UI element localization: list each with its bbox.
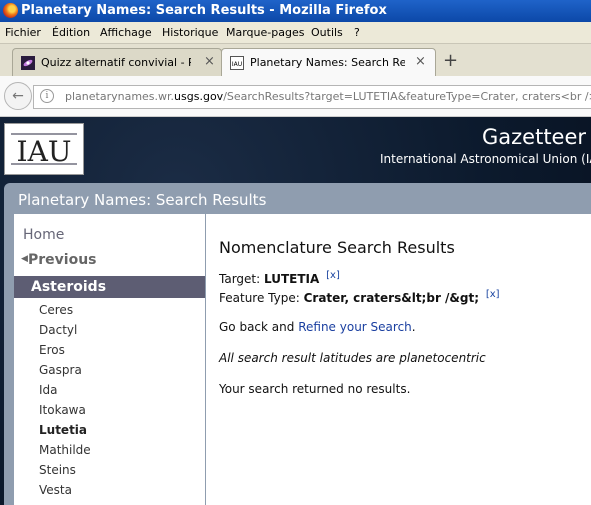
menu-marque-pages[interactable]: Marque-pages — [226, 26, 304, 39]
info-icon[interactable]: i — [40, 89, 54, 103]
target-label: Target: — [219, 272, 261, 286]
svg-text:IAU: IAU — [232, 61, 242, 68]
svg-text:IAU: IAU — [17, 135, 72, 168]
menu-bar: Fichier Édition Affichage Historique Mar… — [0, 22, 591, 44]
target-value: LUTETIA — [264, 272, 320, 286]
tab-label: Planetary Names: Search Res… — [250, 56, 405, 69]
tab-planetary-names[interactable]: IAU Planetary Names: Search Res… × — [221, 48, 436, 77]
sidebar-item-ida[interactable]: Ida — [39, 383, 58, 397]
sidebar-item-eros[interactable]: Eros — [39, 343, 65, 357]
page-title: Planetary Names: Search Results — [18, 191, 267, 209]
feature-type-line: Feature Type: Crater, craters&lt;br /&gt… — [219, 289, 500, 305]
main-content: Nomenclature Search Results Target: LUTE… — [206, 214, 591, 505]
menu-affichage[interactable]: Affichage — [100, 26, 152, 39]
iau-subtitle: International Astronomical Union (IAU — [380, 152, 591, 166]
web-page: IAU Gazetteer o International Astronomic… — [0, 117, 591, 505]
sidebar-item-dactyl[interactable]: Dactyl — [39, 323, 77, 337]
sidebar-item-ceres[interactable]: Ceres — [39, 303, 73, 317]
sidebar-item-steins[interactable]: Steins — [39, 463, 76, 477]
sidebar-item-mathilde[interactable]: Mathilde — [39, 443, 91, 457]
menu-historique[interactable]: Historique — [162, 26, 218, 39]
sidebar-item-lutetia[interactable]: Lutetia — [39, 423, 87, 437]
left-triangle-icon: ◀ — [21, 254, 28, 264]
go-back-text: Go back and — [219, 320, 295, 334]
target-line: Target: LUTETIA [x] — [219, 270, 340, 286]
navigation-bar: ← i planetarynames.wr.usgs.gov/SearchRes… — [0, 76, 591, 117]
tab-strip: Quizz alternatif convivial - Pa… × IAU P… — [0, 44, 591, 77]
iau-logo[interactable]: IAU — [4, 123, 84, 175]
tab-quizz[interactable]: Quizz alternatif convivial - Pa… × — [12, 48, 222, 77]
feature-type-value: Crater, craters&lt;br /&gt; — [303, 291, 480, 305]
sidebar-item-gaspra[interactable]: Gaspra — [39, 363, 82, 377]
menu-fichier[interactable]: Fichier — [5, 26, 41, 39]
feature-type-remove-link[interactable]: [x] — [486, 289, 500, 300]
tab-close-icon[interactable]: × — [204, 54, 215, 69]
go-back-line: Go back and Refine your Search. — [219, 320, 416, 334]
url-text: planetarynames.wr.usgs.gov/SearchResults… — [65, 90, 591, 103]
tab-label: Quizz alternatif convivial - Pa… — [41, 56, 191, 69]
gazetteer-heading: Gazetteer o — [482, 125, 591, 149]
target-remove-link[interactable]: [x] — [326, 270, 340, 281]
sidebar-item-itokawa[interactable]: Itokawa — [39, 403, 86, 417]
no-results-message: Your search returned no results. — [219, 382, 411, 396]
firefox-icon — [3, 3, 18, 18]
iau-favicon-icon: IAU — [230, 56, 244, 70]
feature-type-label: Feature Type: — [219, 291, 300, 305]
new-tab-button[interactable]: + — [443, 50, 458, 71]
sidebar-section-asteroids[interactable]: Asteroids — [14, 276, 205, 298]
sidebar: Home ◀ Previous Asteroids Ceres Dactyl Er… — [14, 214, 205, 505]
iau-logo-icon: IAU — [11, 133, 77, 168]
tab-close-icon[interactable]: × — [415, 54, 426, 69]
window-titlebar: Planetary Names: Search Results - Mozill… — [0, 0, 591, 22]
menu-outils[interactable]: Outils — [311, 26, 343, 39]
go-back-period: . — [411, 320, 416, 334]
window-title: Planetary Names: Search Results - Mozill… — [21, 3, 387, 18]
menu-edition[interactable]: Édition — [52, 26, 90, 39]
sidebar-home-link[interactable]: Home — [23, 227, 64, 243]
sidebar-previous-link[interactable]: ◀ Previous — [21, 252, 97, 268]
results-heading: Nomenclature Search Results — [219, 238, 455, 257]
menu-help[interactable]: ? — [354, 26, 360, 39]
url-field[interactable]: i planetarynames.wr.usgs.gov/SearchResul… — [33, 85, 591, 109]
refine-search-link[interactable]: Refine your Search — [298, 320, 412, 334]
galaxy-favicon-icon — [21, 56, 35, 70]
back-arrow-icon[interactable]: ← — [4, 82, 32, 110]
latitude-note: All search result latitudes are planetoc… — [219, 351, 486, 365]
sidebar-item-vesta[interactable]: Vesta — [39, 483, 72, 497]
